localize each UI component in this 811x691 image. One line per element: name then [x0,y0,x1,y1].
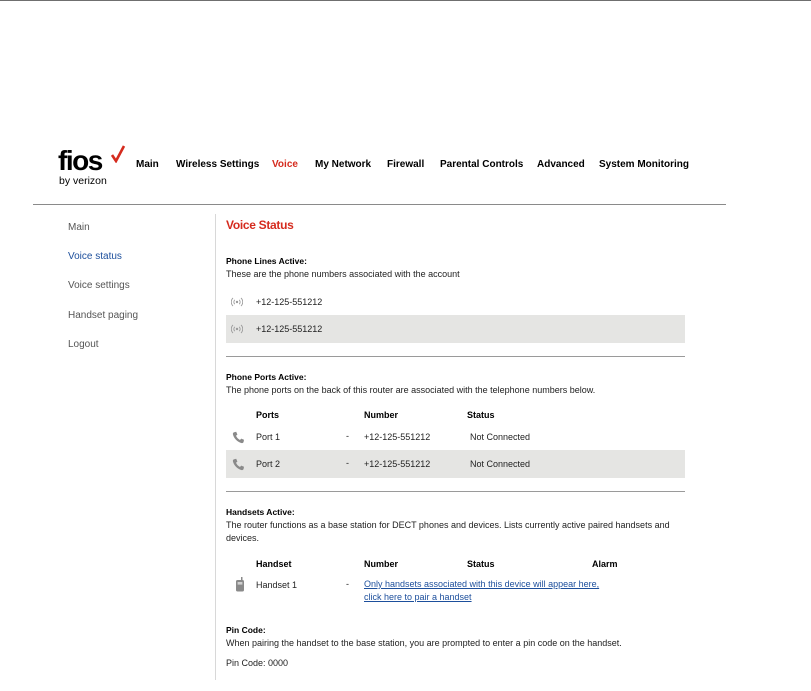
table-row: Port 2 - +12-125-551212 Not Connected [226,450,685,478]
col-head-alarm: Alarm [592,559,618,569]
separator-dash: - [346,458,349,468]
page-title: Voice Status [226,218,294,232]
logo-tagline: by verizon [59,175,107,187]
port-name: Port 2 [256,459,281,469]
window-top-border [0,0,811,1]
pair-handset-link[interactable]: Only handsets associated with this devic… [364,578,604,604]
sidebar-item-main[interactable]: Main [68,222,90,234]
pin-code-value: Pin Code: 0000 [226,658,289,668]
port-name: Port 1 [256,432,281,442]
fios-logo[interactable]: fios by verizon [58,145,130,189]
list-item: +12-125-551212 [226,315,685,343]
pin-code-desc: When pairing the handset to the base sta… [226,638,622,648]
phone-ports-desc: The phone ports on the back of this rout… [226,385,596,395]
sidebar-item-logout[interactable]: Logout [68,339,99,351]
pin-code-title: Pin Code: [226,625,266,635]
nav-advanced[interactable]: Advanced [537,159,585,171]
sidebar: Main Voice status Voice settings Handset… [58,214,216,359]
nav-firewall[interactable]: Firewall [387,159,424,171]
nav-system-monitoring[interactable]: System Monitoring [599,159,689,171]
line-number: +12-125-551212 [256,297,323,307]
handset-icon [236,577,244,592]
nav-main[interactable]: Main [136,159,159,171]
phone-lines-desc: These are the phone numbers associated w… [226,269,460,279]
col-head-ports: Ports [256,410,280,420]
list-item: +12-125-551212 [226,288,685,316]
nav-wireless-settings[interactable]: Wireless Settings [176,159,259,171]
separator-dash: - [346,579,349,589]
port-number: +12-125-551212 [364,432,431,442]
handset-name: Handset 1 [256,580,298,590]
port-number: +12-125-551212 [364,459,431,469]
table-row: Port 1 - +12-125-551212 Not Connected [226,423,685,451]
handsets-desc: The router functions as a base station f… [226,520,670,543]
port-status: Not Connected [470,432,531,442]
nav-parental-controls[interactable]: Parental Controls [440,159,523,171]
signal-icon [231,324,243,334]
line-number: +12-125-551212 [256,324,323,334]
section-divider [226,491,685,492]
content-divider [215,214,216,680]
col-head-status: Status [467,410,495,420]
sidebar-item-handset-paging[interactable]: Handset paging [68,310,138,322]
handsets-title: Handsets Active: [226,507,295,517]
col-head-number: Number [364,559,399,569]
col-head-handset: Handset [256,559,292,569]
nav-my-network[interactable]: My Network [315,159,371,171]
col-head-status: Status [467,559,495,569]
phone-ports-title: Phone Ports Active: [226,372,307,382]
logo-wordmark: fios [58,145,103,176]
sidebar-item-voice-settings[interactable]: Voice settings [68,280,130,292]
header-divider [33,204,726,205]
separator-dash: - [346,431,349,441]
col-head-number: Number [364,410,399,420]
phone-lines-title: Phone Lines Active: [226,256,307,266]
phone-icon [232,431,244,444]
nav-voice[interactable]: Voice [272,159,298,171]
signal-icon [231,297,243,307]
section-divider [226,356,685,357]
checkmark-icon [110,145,126,163]
phone-icon [232,458,244,471]
sidebar-item-voice-status[interactable]: Voice status [68,251,122,263]
port-status: Not Connected [470,459,531,469]
